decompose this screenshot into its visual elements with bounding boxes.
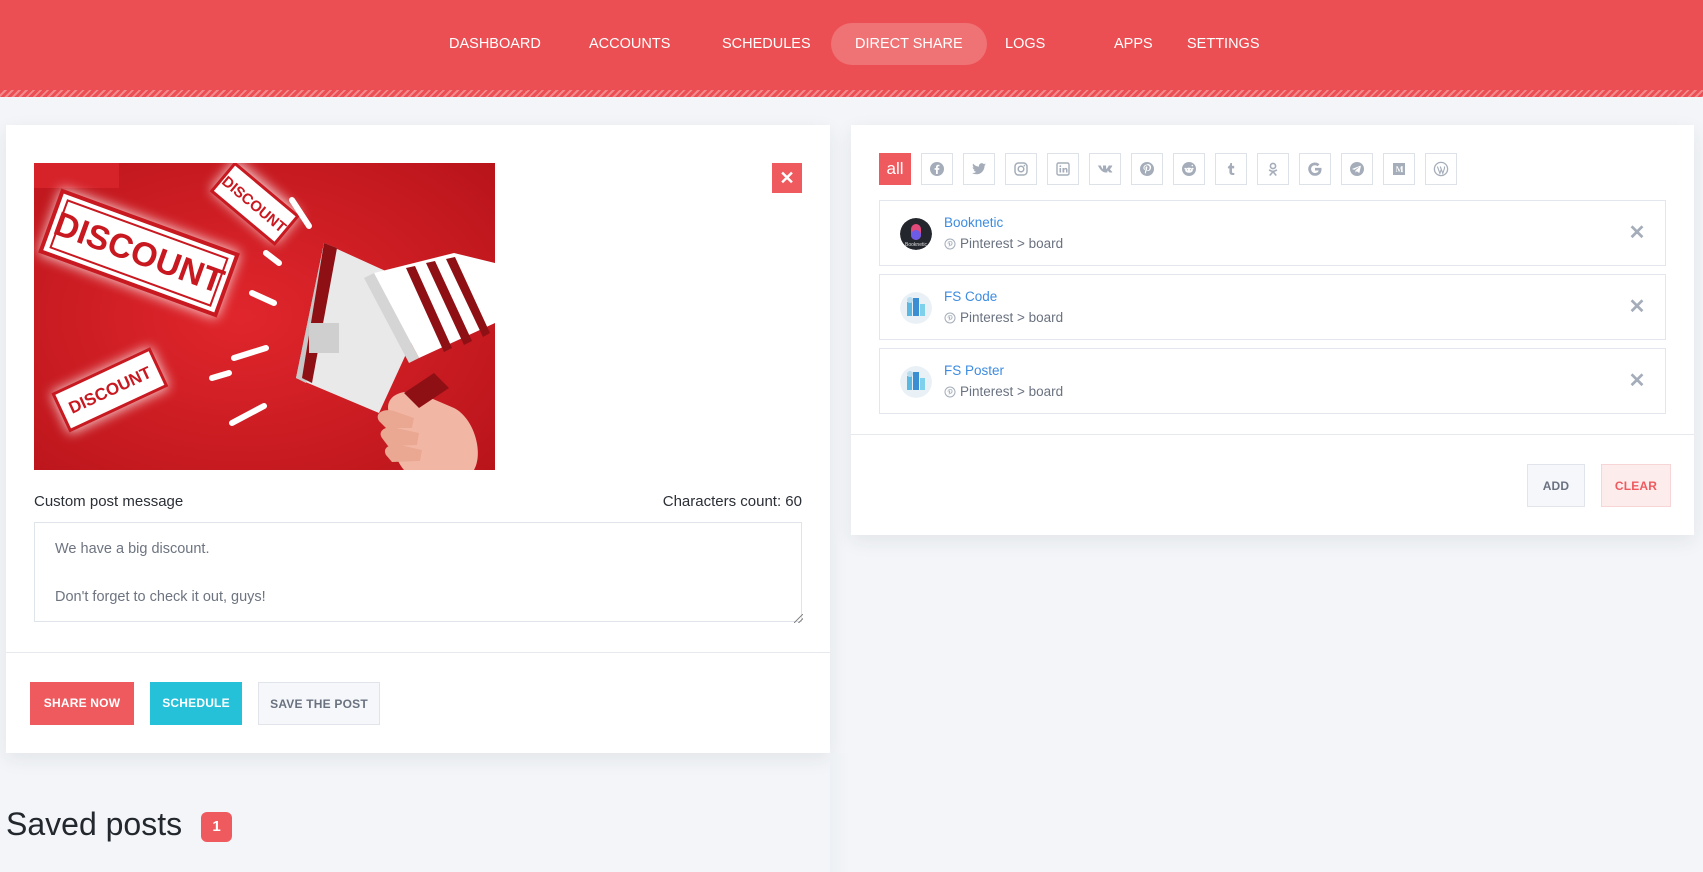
telegram-icon[interactable] [1341, 153, 1373, 185]
account-row[interactable]: FS Code Pinterest > board ✕ [879, 274, 1666, 340]
nav-logs[interactable]: LOGS [981, 23, 1069, 65]
google-icon[interactable] [1299, 153, 1331, 185]
card-divider [851, 434, 1694, 435]
megaphone-discount-illustration: DISCOUNT DISCOUNT DISCOUNT [34, 163, 495, 470]
post-image[interactable]: DISCOUNT DISCOUNT DISCOUNT [34, 163, 495, 470]
clear-button[interactable]: CLEAR [1601, 464, 1671, 507]
nav-accounts[interactable]: ACCOUNTS [565, 23, 694, 65]
medium-icon[interactable] [1383, 153, 1415, 185]
odnoklassniki-icon[interactable] [1257, 153, 1289, 185]
remove-account-button[interactable]: ✕ [1627, 371, 1647, 391]
facebook-icon[interactable] [921, 153, 953, 185]
remove-image-button[interactable]: ✕ [772, 163, 802, 193]
instagram-icon[interactable] [1005, 153, 1037, 185]
column-shadow [830, 753, 850, 872]
wordpress-icon[interactable] [1425, 153, 1457, 185]
custom-message-label: Custom post message [34, 493, 184, 510]
nav-schedules[interactable]: SCHEDULES [698, 23, 835, 65]
saved-posts-title: Saved posts [6, 806, 183, 842]
account-name[interactable]: FS Code [944, 289, 997, 304]
share-now-button[interactable]: SHARE NOW [30, 682, 134, 725]
avatar: Booknetic [900, 218, 932, 250]
pinterest-icon [944, 312, 956, 323]
main-nav: DASHBOARD ACCOUNTS SCHEDULES DIRECT SHAR… [0, 23, 1703, 65]
nav-settings[interactable]: SETTINGS [1163, 23, 1284, 65]
header-stripe [0, 90, 1703, 97]
tumblr-icon[interactable] [1215, 153, 1247, 185]
pinterest-icon [944, 238, 956, 249]
saved-posts-count-badge: 1 [201, 812, 232, 842]
account-network: Pinterest > board [944, 384, 1063, 399]
add-button[interactable]: ADD [1527, 464, 1585, 507]
characters-count-label: Characters count: 60 [662, 493, 802, 510]
twitter-icon[interactable] [963, 153, 995, 185]
custom-message-textarea[interactable]: We have a big discount. Don't forget to … [34, 522, 802, 622]
pinterest-icon[interactable] [1131, 153, 1163, 185]
account-network-label: Pinterest > board [960, 384, 1064, 399]
characters-count: Characters count: 60 [663, 493, 802, 510]
card-divider [6, 652, 830, 653]
account-network: Pinterest > board [944, 310, 1063, 325]
nav-dashboard[interactable]: DASHBOARD [425, 23, 565, 65]
avatar [900, 366, 932, 398]
schedule-button[interactable]: SCHEDULE [150, 682, 242, 725]
top-navbar: DASHBOARD ACCOUNTS SCHEDULES DIRECT SHAR… [0, 0, 1703, 97]
avatar-logo-text: Booknetic [905, 242, 927, 248]
account-network-label: Pinterest > board [960, 310, 1064, 325]
nav-direct-share[interactable]: DIRECT SHARE [831, 23, 987, 65]
account-network: Pinterest > board [944, 236, 1063, 251]
remove-account-button[interactable]: ✕ [1627, 297, 1647, 317]
account-row[interactable]: Booknetic Booknetic Pinterest > board ✕ [879, 200, 1666, 266]
remove-account-button[interactable]: ✕ [1627, 223, 1647, 243]
avatar [900, 292, 932, 324]
reddit-icon[interactable] [1173, 153, 1205, 185]
vk-icon[interactable] [1089, 153, 1121, 185]
account-network-label: Pinterest > board [960, 236, 1064, 251]
account-name[interactable]: Booknetic [944, 215, 1003, 230]
account-row[interactable]: FS Poster Pinterest > board ✕ [879, 348, 1666, 414]
resize-grip-icon[interactable] [794, 614, 803, 623]
linkedin-icon[interactable] [1047, 153, 1079, 185]
accounts-card: all Booknetic Booknetic Pinterest > boar… [851, 125, 1694, 535]
save-post-button[interactable]: SAVE THE POST [258, 682, 380, 725]
post-editor-card: DISCOUNT DISCOUNT DISCOUNT ✕ Custom post… [6, 125, 830, 753]
filter-all[interactable]: all [879, 153, 911, 185]
pinterest-icon [944, 386, 956, 397]
account-name[interactable]: FS Poster [944, 363, 1004, 378]
